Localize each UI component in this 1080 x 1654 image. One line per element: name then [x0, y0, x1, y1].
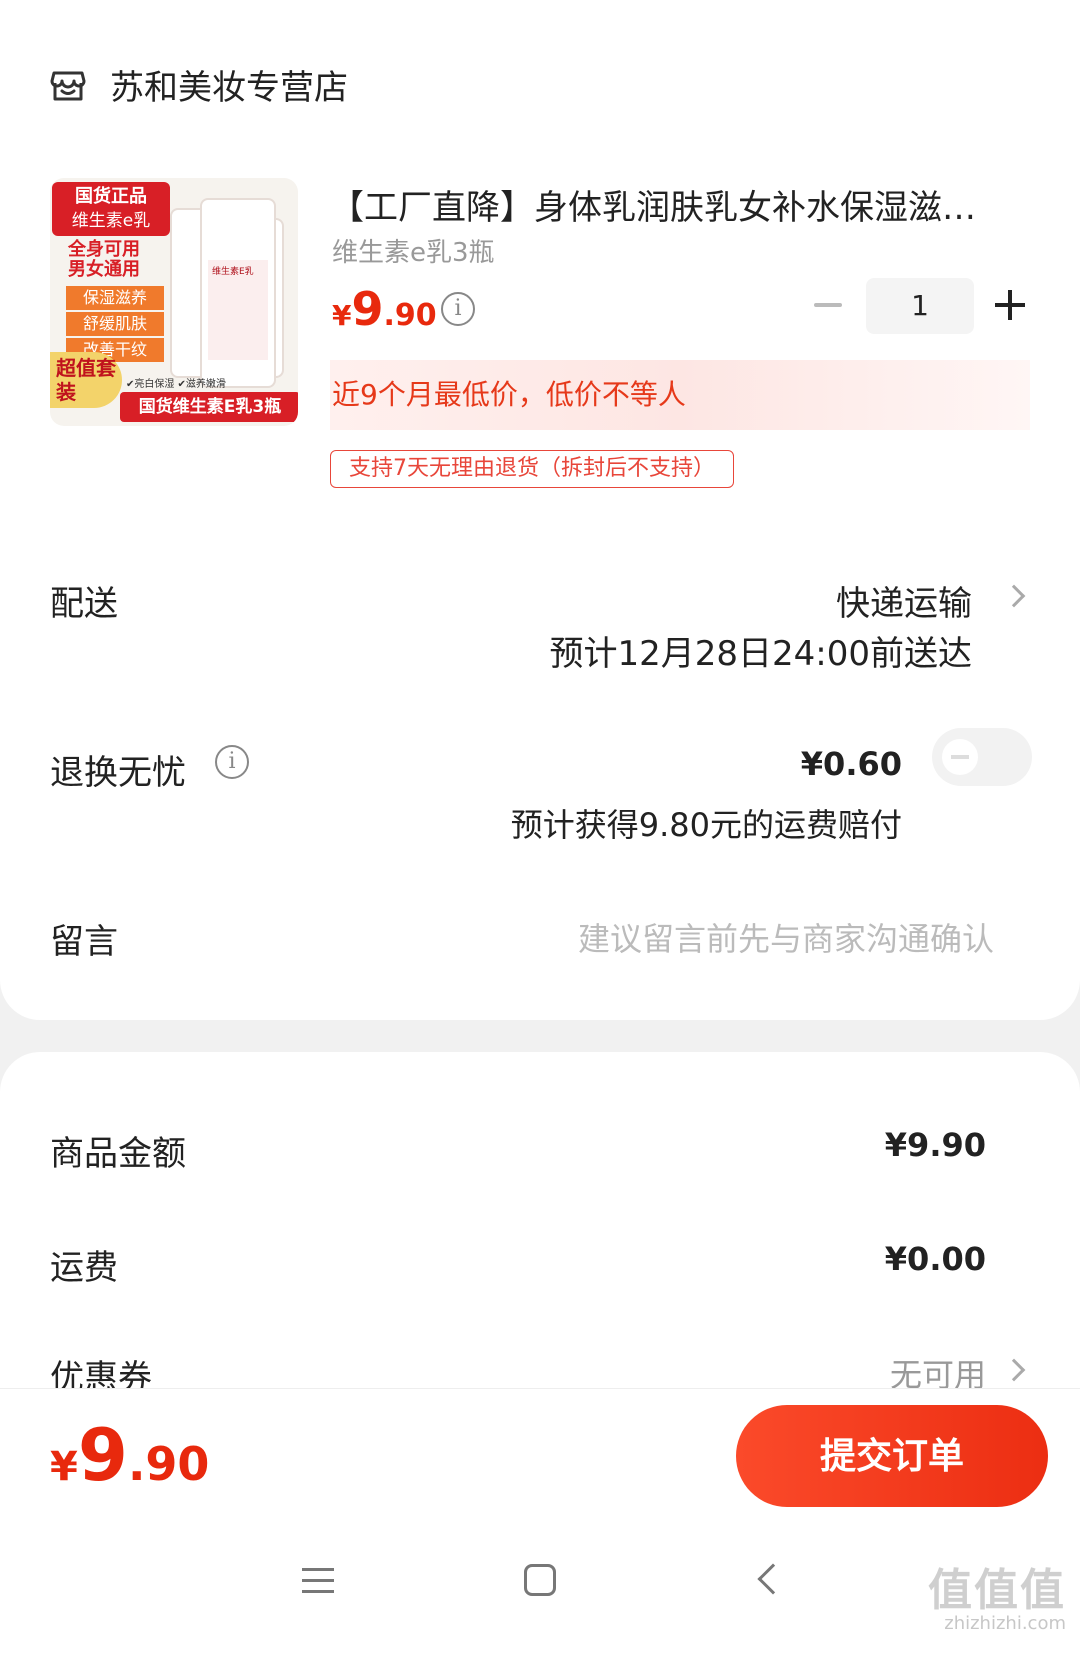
watermark: 值值值 zhizhizhi.com	[928, 1565, 1066, 1634]
message-label: 留言	[50, 922, 118, 962]
exchange-label: 退换无忧	[50, 753, 186, 793]
store-icon	[50, 71, 86, 100]
image-mini-note: ✔亮白保湿 ✔滋养嫩滑	[126, 379, 226, 390]
delivery-eta: 预计12月28日24:00前送达	[549, 634, 972, 674]
checkout-bar: ¥9.90 提交订单	[0, 1388, 1080, 1524]
return-policy-tag: 支持7天无理由退货（拆封后不支持）	[330, 450, 734, 488]
image-tag: 国货正品 维生素e乳	[52, 182, 170, 236]
product-price: ¥9.90	[332, 282, 437, 336]
order-card: 苏和美妆专营店 维生素E乳 国货正品 维生素e乳 全身可用 男女通用 保湿滋养 …	[0, 0, 1080, 1020]
goods-amount-label: 商品金额	[50, 1134, 186, 1174]
info-icon[interactable]: i	[441, 292, 475, 326]
back-icon[interactable]	[757, 1563, 789, 1595]
goods-amount-value: ¥9.90	[884, 1126, 986, 1164]
image-text: 男女通用	[68, 259, 140, 280]
image-text: 全身可用	[68, 239, 140, 260]
menu-icon[interactable]	[302, 1568, 334, 1594]
low-price-note: 近9个月最低价，低价不等人	[330, 360, 1030, 430]
delivery-label: 配送	[50, 584, 118, 624]
increase-quantity-button[interactable]	[995, 290, 1025, 320]
shop-name: 苏和美妆专营店	[110, 68, 348, 108]
shipping-label: 运费	[50, 1248, 118, 1288]
info-icon[interactable]: i	[215, 745, 249, 779]
system-nav-bar: 值值值 zhizhizhi.com	[0, 1524, 1080, 1654]
decrease-quantity-button[interactable]	[812, 290, 842, 320]
quantity-input[interactable]: 1	[866, 278, 974, 334]
exchange-subtext: 预计获得9.80元的运费赔付	[510, 806, 902, 844]
shop-header[interactable]: 苏和美妆专营店	[48, 60, 348, 109]
summary-card	[0, 1052, 1080, 1392]
shipping-value: ¥0.00	[884, 1240, 986, 1278]
chevron-right-icon[interactable]	[1002, 584, 1026, 608]
total-price: ¥9.90	[50, 1413, 210, 1497]
message-input[interactable]: 建议留言前先与商家沟通确认	[578, 914, 994, 960]
bottle-graphic: 维生素E乳	[200, 198, 276, 388]
delivery-method[interactable]: 快递运输	[836, 576, 972, 625]
submit-order-button[interactable]: 提交订单	[736, 1405, 1048, 1507]
image-badge: 超值套装	[50, 352, 122, 408]
image-banner: 国货维生素E乳3瓶	[120, 392, 298, 422]
image-pill: 舒缓肌肤	[66, 312, 164, 336]
home-icon[interactable]	[524, 1564, 556, 1596]
toggle-knob	[942, 739, 978, 775]
exchange-fee: ¥0.60	[800, 745, 902, 783]
product-title[interactable]: 【工厂直降】身体乳润肤乳女补水保湿滋…	[330, 180, 1010, 229]
bottle-label-text: 维生素E乳	[212, 267, 254, 277]
exchange-toggle[interactable]	[932, 728, 1032, 786]
image-pill: 保湿滋养	[66, 286, 164, 310]
product-spec[interactable]: 维生素e乳3瓶	[332, 232, 495, 269]
product-image[interactable]: 维生素E乳 国货正品 维生素e乳 全身可用 男女通用 保湿滋养 舒缓肌肤 改善干…	[50, 178, 298, 426]
